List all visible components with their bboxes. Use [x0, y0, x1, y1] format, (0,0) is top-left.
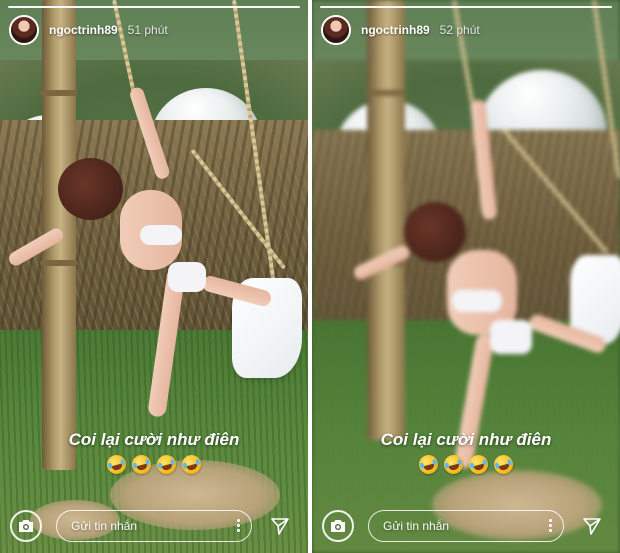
- laughing-tears-emoji: [491, 452, 516, 477]
- username[interactable]: ngoctrinh89: [361, 23, 430, 37]
- message-placeholder: Gửi tin nhắn: [383, 519, 450, 533]
- more-vertical-icon[interactable]: [237, 519, 241, 532]
- laughing-tears-emoji: [466, 452, 491, 477]
- message-input[interactable]: Gửi tin nhắn: [368, 510, 564, 542]
- camera-button[interactable]: [322, 510, 354, 542]
- laughing-tears-emoji: [104, 452, 129, 477]
- message-placeholder: Gửi tin nhắn: [71, 519, 138, 533]
- laughing-tears-emoji: [154, 452, 179, 477]
- username[interactable]: ngoctrinh89: [49, 23, 118, 37]
- story-header: ngoctrinh89 52 phút: [321, 14, 480, 46]
- laughing-tears-emoji: [179, 452, 204, 477]
- send-icon: [271, 518, 289, 535]
- post-time: 52 phút: [439, 23, 480, 37]
- laughing-tears-emoji: [416, 452, 441, 477]
- more-vertical-icon[interactable]: [549, 519, 553, 532]
- post-time: 51 phút: [127, 23, 168, 37]
- story-panel-left[interactable]: ngoctrinh89 51 phút Coi lại cười như điê…: [0, 0, 308, 553]
- emoji-row: [0, 452, 308, 477]
- story-header: ngoctrinh89 51 phút: [9, 14, 168, 46]
- story-caption: Coi lại cười như điên: [68, 430, 240, 449]
- story-progress-bar: [8, 6, 300, 8]
- camera-button[interactable]: [10, 510, 42, 542]
- laughing-tears-emoji: [441, 452, 466, 477]
- story-reply-bar: Gửi tin nhắn: [312, 505, 620, 547]
- camera-icon: [19, 520, 33, 532]
- story-caption: Coi lại cười như điên: [380, 430, 552, 449]
- avatar[interactable]: [9, 15, 39, 45]
- laughing-tears-emoji: [129, 452, 154, 477]
- camera-icon: [331, 520, 345, 532]
- emoji-row: [312, 452, 620, 477]
- story-progress-bar: [320, 6, 612, 8]
- send-button[interactable]: [268, 514, 292, 538]
- message-input[interactable]: Gửi tin nhắn: [56, 510, 252, 542]
- story-panel-right[interactable]: ngoctrinh89 52 phút Coi lại cười như điê…: [312, 0, 620, 553]
- send-button[interactable]: [580, 514, 604, 538]
- story-reply-bar: Gửi tin nhắn: [0, 505, 308, 547]
- send-icon: [583, 518, 601, 535]
- avatar[interactable]: [321, 15, 351, 45]
